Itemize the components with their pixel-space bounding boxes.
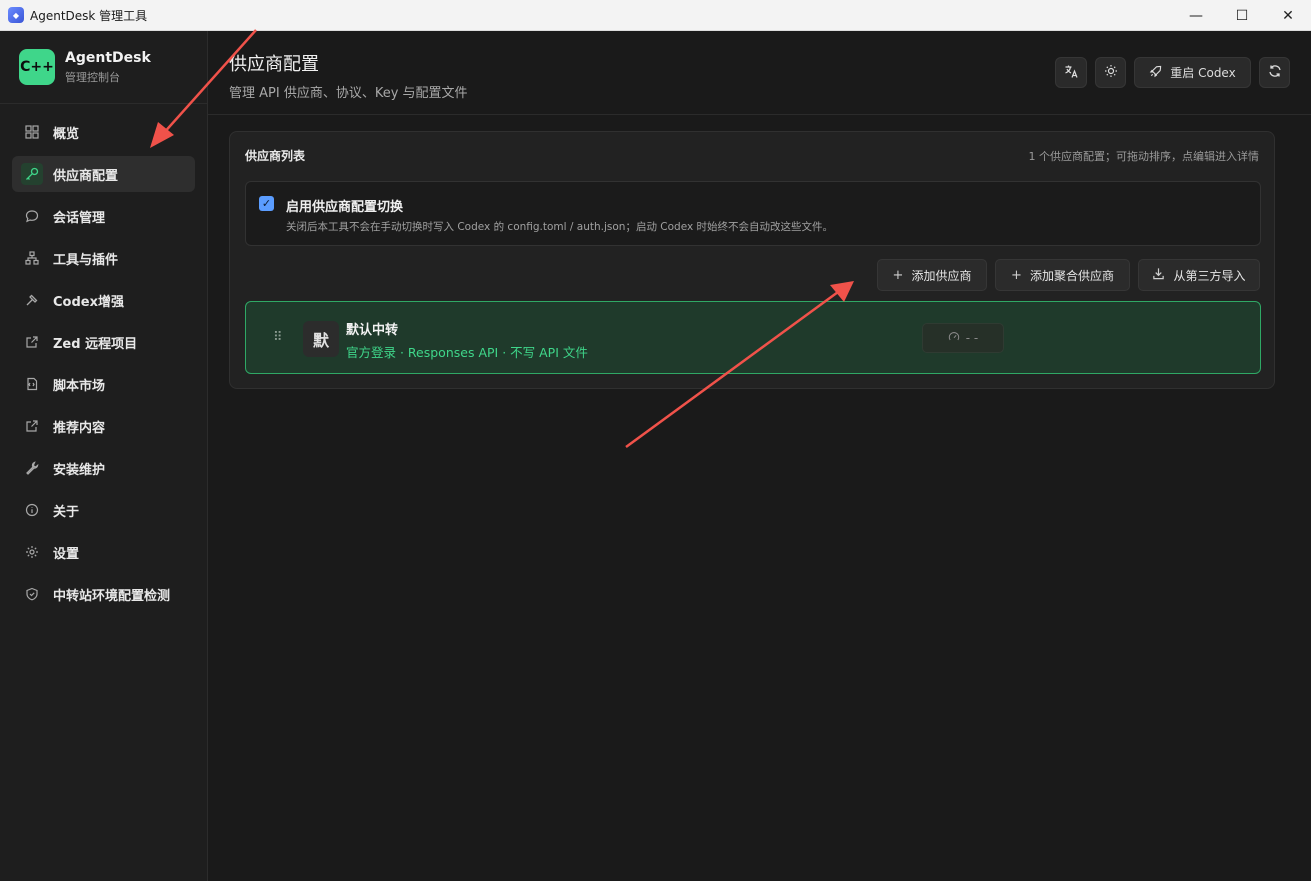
sidebar-item-relay-check[interactable]: 中转站环境配置检测 <box>12 576 195 612</box>
sidebar-item-codex-enhance[interactable]: Codex增强 <box>12 282 195 318</box>
translate-icon <box>1064 64 1079 82</box>
gear-icon <box>24 544 40 560</box>
app-icon: ◆ <box>8 7 24 23</box>
sidebar-item-label: 安装维护 <box>53 462 106 478</box>
enable-provider-switch-checkbox[interactable]: ✓ <box>259 196 274 211</box>
toggle-description: 关闭后本工具不会在手动切换时写入 Codex 的 config.toml / a… <box>286 221 834 233</box>
window-title: AgentDesk 管理工具 <box>30 8 148 23</box>
add-provider-button[interactable]: + 添加供应商 <box>877 259 987 291</box>
sidebar-item-overview[interactable]: 概览 <box>12 114 195 150</box>
external-link-icon <box>24 334 40 350</box>
maximize-icon[interactable]: ☐ <box>1219 0 1265 31</box>
sun-icon <box>1104 64 1118 81</box>
add-aggregate-provider-label: 添加聚合供应商 <box>1029 268 1114 283</box>
sidebar-item-label: 供应商配置 <box>53 168 119 184</box>
key-icon <box>21 163 43 185</box>
check-icon: ✓ <box>261 197 272 210</box>
sidebar-item-label: 工具与插件 <box>53 252 119 268</box>
hammer-icon <box>24 292 40 308</box>
brand-subtitle: 管理控制台 <box>65 70 120 84</box>
import-third-party-button[interactable]: 从第三方导入 <box>1138 259 1260 291</box>
wrench-icon <box>24 460 40 476</box>
provider-avatar: 默 <box>303 321 339 357</box>
shield-icon <box>24 586 40 602</box>
sidebar-item-about[interactable]: 关于 <box>12 492 195 528</box>
chat-icon <box>24 208 40 224</box>
page-header: 供应商配置 管理 API 供应商、协议、Key 与配置文件 重启 Codex <box>208 31 1311 115</box>
sidebar-item-providers[interactable]: 供应商配置 <box>12 156 195 192</box>
sidebar-item-label: 概览 <box>53 126 80 142</box>
sidebar-item-label: 中转站环境配置检测 <box>53 588 171 604</box>
grid-icon <box>24 124 40 140</box>
sidebar-item-sessions[interactable]: 会话管理 <box>12 198 195 234</box>
sidebar-item-label: 关于 <box>53 504 80 520</box>
sidebar: C++ AgentDesk 管理控制台 概览 供应商配置 会话管理 工具与插件 … <box>0 31 208 881</box>
sidebar-item-recommended[interactable]: 推荐内容 <box>12 408 195 444</box>
refresh-icon <box>1268 64 1282 81</box>
provider-meta: 官方登录 · Responses API · 不写 API 文件 <box>346 345 588 360</box>
brand-name: AgentDesk <box>65 49 151 66</box>
page-title: 供应商配置 <box>229 54 319 75</box>
restart-codex-button[interactable]: 重启 Codex <box>1134 57 1251 88</box>
provider-name: 默认中转 <box>346 323 399 338</box>
translate-button[interactable] <box>1055 57 1087 88</box>
refresh-button[interactable] <box>1259 57 1290 88</box>
import-third-party-label: 从第三方导入 <box>1173 268 1246 283</box>
network-icon <box>24 250 40 266</box>
info-icon <box>24 502 40 518</box>
plus-icon: + <box>1011 267 1022 283</box>
brand: C++ AgentDesk 管理控制台 <box>0 31 207 104</box>
sidebar-item-label: 设置 <box>53 546 80 562</box>
sidebar-item-maintenance[interactable]: 安装维护 <box>12 450 195 486</box>
window-titlebar: ◆ AgentDesk 管理工具 — ☐ ✕ <box>0 0 1311 31</box>
close-icon[interactable]: ✕ <box>1265 0 1311 31</box>
sidebar-item-label: 会话管理 <box>53 210 106 226</box>
external-link-icon <box>24 418 40 434</box>
card-title: 供应商列表 <box>245 149 306 163</box>
script-icon <box>24 376 40 392</box>
speed-test-button[interactable]: - - <box>922 323 1004 353</box>
sidebar-item-label: 脚本市场 <box>53 378 106 394</box>
add-provider-label: 添加供应商 <box>911 268 972 283</box>
speed-value: - - <box>965 331 979 345</box>
page-subtitle: 管理 API 供应商、协议、Key 与配置文件 <box>229 86 468 101</box>
sidebar-item-label: 推荐内容 <box>53 420 106 436</box>
theme-toggle-button[interactable] <box>1095 57 1126 88</box>
provider-list-card: 供应商列表 1 个供应商配置；可拖动排序，点编辑进入详情 ✓ 启用供应商配置切换… <box>229 131 1275 389</box>
card-hint: 1 个供应商配置；可拖动排序，点编辑进入详情 <box>1028 150 1260 163</box>
rocket-icon <box>1149 65 1162 81</box>
drag-handle-icon[interactable]: ⠿ <box>273 330 282 345</box>
sidebar-nav: 概览 供应商配置 会话管理 工具与插件 Codex增强 Zed 远程项目 脚本市… <box>0 104 207 628</box>
provider-switch-toggle-box: ✓ 启用供应商配置切换 关闭后本工具不会在手动切换时写入 Codex 的 con… <box>245 181 1261 246</box>
toggle-title: 启用供应商配置切换 <box>286 200 404 215</box>
minimize-icon[interactable]: — <box>1173 0 1219 31</box>
plus-icon: + <box>892 267 904 283</box>
sidebar-item-label: Codex增强 <box>53 294 124 310</box>
brand-logo: C++ <box>19 49 55 85</box>
gauge-icon <box>948 331 960 346</box>
restart-codex-label: 重启 Codex <box>1170 66 1236 80</box>
sidebar-item-zed-remote[interactable]: Zed 远程项目 <box>12 324 195 360</box>
sidebar-item-settings[interactable]: 设置 <box>12 534 195 570</box>
download-icon <box>1152 267 1165 284</box>
add-aggregate-provider-button[interactable]: + 添加聚合供应商 <box>995 259 1130 291</box>
sidebar-item-label: Zed 远程项目 <box>53 336 138 352</box>
provider-item[interactable]: ⠿ 默 默认中转 官方登录 · Responses API · 不写 API 文… <box>245 301 1261 374</box>
sidebar-item-tools[interactable]: 工具与插件 <box>12 240 195 276</box>
sidebar-item-script-market[interactable]: 脚本市场 <box>12 366 195 402</box>
